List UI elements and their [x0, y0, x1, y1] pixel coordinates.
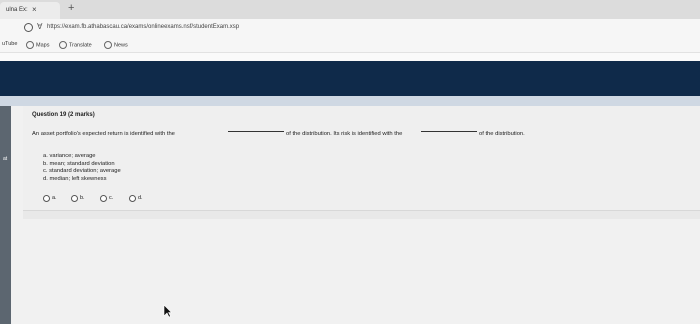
sidebar-label: at: [3, 156, 8, 162]
lock-icon[interactable]: ∀: [37, 22, 42, 31]
globe-icon: [26, 41, 34, 49]
page-top-gap: [0, 53, 700, 61]
stem-text-2: of the distribution. Its risk is identif…: [286, 131, 403, 137]
site-header-banner: [0, 61, 700, 96]
url-field[interactable]: https://exam.fb.athabascau.ca/exams/onli…: [47, 24, 239, 30]
choice-d: d. median; left skewness: [43, 175, 107, 182]
mouse-cursor-icon: [163, 304, 172, 318]
radio-b[interactable]: [71, 195, 78, 202]
question-card: Question 19 (2 marks) An asset portfolio…: [23, 106, 700, 210]
tab-strip: ulna Ex: × +: [0, 0, 700, 19]
bookmark-youtube[interactable]: uTube: [2, 41, 17, 47]
answer-radio-group: a. b. c. d.: [43, 195, 243, 205]
browser-tab[interactable]: ulna Ex: ×: [0, 2, 60, 19]
radio-a[interactable]: [43, 195, 50, 202]
radio-label-c: c.: [109, 195, 114, 201]
left-sidebar: [0, 106, 11, 324]
bookmark-news[interactable]: News: [104, 41, 128, 49]
choice-b: b. mean; standard deviation: [43, 160, 115, 167]
bookmark-label: News: [114, 42, 128, 49]
globe-icon: [59, 41, 67, 49]
answer-blank-2: [421, 131, 477, 132]
radio-d[interactable]: [129, 195, 136, 202]
radio-c[interactable]: [100, 195, 107, 202]
answer-choices: a. variance; average b. mean; standard d…: [43, 153, 121, 183]
header-subband: [0, 96, 700, 106]
question-stem: An asset portfolio's expected return is …: [32, 131, 692, 141]
question-title: Question 19 (2 marks): [32, 112, 95, 118]
next-section-band: [23, 211, 700, 219]
radio-label-b: b.: [80, 195, 85, 201]
address-bar: ∀ https://exam.fb.athabascau.ca/exams/on…: [0, 19, 700, 37]
close-icon[interactable]: ×: [32, 5, 37, 14]
new-tab-button[interactable]: +: [68, 2, 74, 14]
bookmark-label: Translate: [69, 42, 92, 49]
choice-c: c. standard deviation; average: [43, 168, 121, 175]
choice-a: a. variance; average: [43, 153, 96, 159]
bookmark-translate[interactable]: Translate: [59, 41, 92, 49]
stem-text-3: of the distribution.: [479, 131, 525, 137]
stem-text-1: An asset portfolio's expected return is …: [32, 131, 175, 137]
radio-label-d: d.: [138, 195, 143, 201]
bookmark-maps[interactable]: Maps: [26, 41, 49, 49]
tab-title: ulna Ex:: [6, 7, 28, 13]
globe-icon: [104, 41, 112, 49]
answer-blank-1: [228, 131, 284, 132]
bookmark-label: Maps: [36, 42, 50, 49]
bookmarks-bar: uTube Maps Translate News: [0, 37, 700, 53]
bookmark-label: uTube: [2, 41, 18, 47]
radio-label-a: a.: [52, 195, 57, 201]
reload-icon[interactable]: [24, 23, 33, 32]
exam-content: Question 19 (2 marks) An asset portfolio…: [11, 106, 700, 324]
